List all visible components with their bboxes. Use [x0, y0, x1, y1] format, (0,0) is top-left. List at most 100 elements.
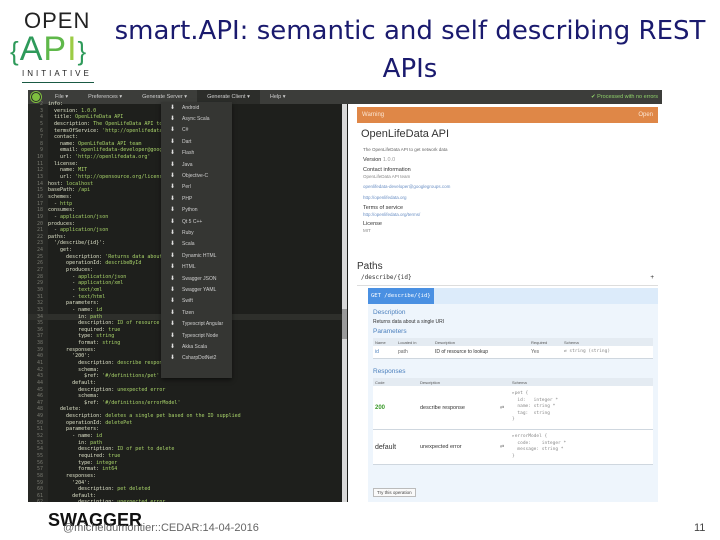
- client-menu-item[interactable]: ⬇ Ruby: [161, 227, 232, 238]
- code-line[interactable]: 62 description: unexpected error: [28, 499, 342, 502]
- download-icon: ⬇: [170, 127, 176, 134]
- yaml-key: '/describe/{id}':: [48, 240, 106, 247]
- client-menu-item[interactable]: ⬇ Akka Scala: [161, 341, 232, 352]
- client-menu-label: Swagger YAML: [182, 286, 217, 293]
- generate-client-dropdown: ⬇ Android ⬇ Async Scala ⬇ C# ⬇ Dart ⬇ Flash ⬇ Java ⬇…: [161, 102, 232, 378]
- path-row[interactable]: /describe/{id} +: [357, 274, 658, 286]
- code-line[interactable]: 56 type: integer: [28, 460, 342, 467]
- download-icon: ⬇: [170, 173, 176, 180]
- client-menu-item[interactable]: ⬇ Tizen: [161, 307, 232, 318]
- client-menu-item[interactable]: ⬇ Android: [161, 102, 232, 113]
- get-method-badge[interactable]: GET /describe/{id}: [368, 288, 434, 304]
- yaml-key: parameters:: [48, 300, 100, 307]
- code-line[interactable]: 59 '204':: [28, 480, 342, 487]
- try-operation-button[interactable]: Try this operation: [373, 488, 416, 497]
- editor-scrollbar[interactable]: [342, 104, 347, 502]
- scrollbar-thumb[interactable]: [342, 309, 347, 339]
- code-line[interactable]: 49 description: deletes a single pet bas…: [28, 413, 342, 420]
- client-menu-item[interactable]: ⬇ Typescript Node: [161, 330, 232, 341]
- warning-bar[interactable]: Warning Open: [357, 107, 658, 123]
- client-menu-item[interactable]: ⬇ Dart: [161, 136, 232, 147]
- line-number: 43: [36, 373, 43, 380]
- line-number: 59: [36, 479, 43, 486]
- preview-pane: Warning Open OpenLifeData API The OpenLif…: [348, 104, 662, 502]
- line-number: 42: [36, 366, 43, 373]
- line-number: 6: [39, 127, 43, 134]
- code-line[interactable]: 51 parameters:: [28, 426, 342, 433]
- client-menu-item[interactable]: ⬇ Async Scala: [161, 113, 232, 124]
- client-menu-item[interactable]: ⬇ PHP: [161, 193, 232, 204]
- code-line[interactable]: 54 description: ID of pet to delete: [28, 446, 342, 453]
- code-line[interactable]: 58 responses:: [28, 473, 342, 480]
- line-number: 22: [36, 233, 43, 240]
- contact-email-link[interactable]: openlifedata-developer@googlegroups.com: [363, 184, 450, 189]
- code-line[interactable]: 61 default:: [28, 493, 342, 500]
- schema-line: }: [512, 417, 515, 423]
- line-number: 30: [36, 286, 43, 293]
- client-menu-item[interactable]: ⬇ CsharpDotNet2: [161, 353, 232, 364]
- line-number: 9: [39, 147, 43, 154]
- code-line[interactable]: 57 format: int64: [28, 466, 342, 473]
- download-icon: ⬇: [170, 321, 176, 328]
- yaml-key: '200':: [48, 353, 91, 360]
- yaml-key: description:: [48, 499, 117, 502]
- line-number: 57: [36, 466, 43, 473]
- yaml-key: description:: [48, 359, 118, 366]
- client-menu-item[interactable]: ⬇ Java: [161, 159, 232, 170]
- line-number: 41: [36, 359, 43, 366]
- response-description: describe response: [420, 404, 465, 411]
- yaml-value: true: [108, 326, 121, 333]
- yaml-key: default:: [48, 492, 97, 499]
- yaml-key: produces:: [48, 220, 76, 227]
- client-menu-item[interactable]: ⬇ Typescript Angular: [161, 318, 232, 329]
- client-menu-item[interactable]: ⬇ C#: [161, 125, 232, 136]
- client-menu-item[interactable]: ⬇ Swagger YAML: [161, 284, 232, 295]
- code-line[interactable]: 52 - name: id: [28, 433, 342, 440]
- client-menu-item[interactable]: ⬇ Dynamic HTML: [161, 250, 232, 261]
- code-line[interactable]: 47 $ref: '#/definitions/errorModel': [28, 400, 342, 407]
- client-menu-item[interactable]: ⬇ Perl: [161, 182, 232, 193]
- contact-name: OpenLifeData API team: [363, 174, 411, 179]
- line-number: 13: [36, 174, 43, 181]
- line-number: 53: [36, 439, 43, 446]
- client-menu-item[interactable]: ⬇ Swagger JSON: [161, 273, 232, 284]
- code-line[interactable]: 50 operationId: deletePet: [28, 420, 342, 427]
- yaml-key: get:: [48, 247, 73, 254]
- schema-toggle-icon[interactable]: ⇄: [500, 444, 512, 450]
- code-line[interactable]: 55 required: true: [28, 453, 342, 460]
- line-number: 28: [36, 273, 43, 280]
- expand-icon[interactable]: +: [650, 274, 654, 285]
- yaml-value: localhost: [66, 180, 94, 187]
- client-menu-item[interactable]: ⬇ Scala: [161, 239, 232, 250]
- code-line[interactable]: 48 delete:: [28, 406, 342, 413]
- line-number: 39: [36, 346, 43, 353]
- operation-header[interactable]: GET /describe/{id}: [368, 288, 658, 304]
- yaml-key: description:: [48, 486, 118, 493]
- yaml-value: pet deleted: [117, 486, 151, 493]
- client-menu-item[interactable]: ⬇ Swift: [161, 296, 232, 307]
- footer-credit: @micheldumontier::CEDAR:14-04-2016: [63, 522, 259, 534]
- line-number: 25: [36, 253, 43, 260]
- client-menu-item[interactable]: ⬇ Objective-C: [161, 170, 232, 181]
- yaml-key: email:: [48, 147, 82, 154]
- client-menu-item[interactable]: ⬇ Flash: [161, 148, 232, 159]
- download-icon: ⬇: [170, 116, 176, 123]
- contact-url-link[interactable]: http://openlifedata.org: [363, 195, 407, 200]
- yaml-key: info:: [48, 101, 64, 107]
- client-menu-item[interactable]: ⬇ HTML: [161, 261, 232, 272]
- code-line[interactable]: 46 schema:: [28, 393, 342, 400]
- code-line[interactable]: 45 description: unexpected error: [28, 387, 342, 394]
- tos-link[interactable]: http://openlifedata.org/terms/: [363, 212, 420, 217]
- client-menu-item[interactable]: ⬇ Python: [161, 205, 232, 216]
- yaml-value: application/json: [60, 227, 109, 234]
- yaml-key: schema:: [48, 366, 100, 373]
- code-line[interactable]: 53 in: path: [28, 440, 342, 447]
- code-line[interactable]: 44 default:: [28, 380, 342, 387]
- download-icon: ⬇: [170, 252, 176, 259]
- warning-open-button[interactable]: Open: [638, 112, 653, 118]
- client-menu-item[interactable]: ⬇ Qt 5 C++: [161, 216, 232, 227]
- yaml-value: http: [60, 200, 73, 207]
- response-code: 200: [375, 404, 386, 411]
- schema-toggle-icon[interactable]: ⇄: [500, 405, 512, 411]
- code-line[interactable]: 60 description: pet deleted: [28, 486, 342, 493]
